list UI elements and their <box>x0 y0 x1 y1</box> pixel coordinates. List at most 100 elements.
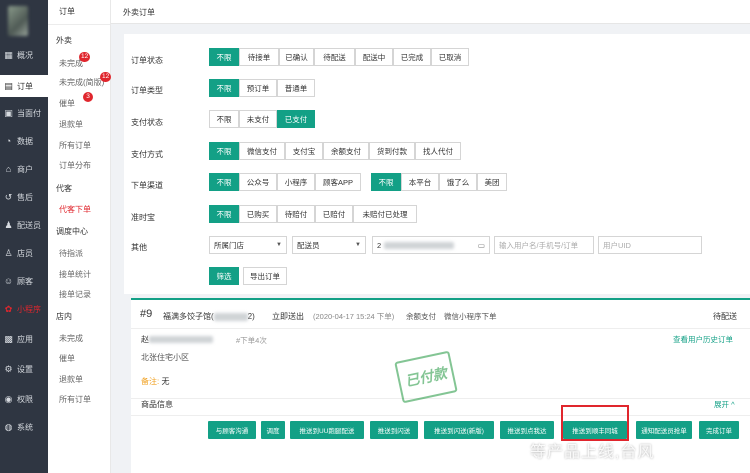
filter-ontime-bought[interactable]: 已购买 <box>239 205 277 223</box>
sub-item-instore-all[interactable]: 所有订单 <box>59 394 91 405</box>
filter-order-type-preorder[interactable]: 预订单 <box>239 79 277 97</box>
badge-unfinished-simple: 12 <box>100 72 112 82</box>
nav-item-customer[interactable]: ☺ 顾客 <box>0 270 48 292</box>
nav-item-settings[interactable]: ⚙ 设置 <box>0 358 48 380</box>
sub-item-instore-unfinished[interactable]: 未完成 <box>59 333 83 344</box>
push-uu-button[interactable]: 推送到UU跑腿配送 <box>290 421 364 439</box>
filter-channel-mini-program[interactable]: 小程序 <box>277 173 315 191</box>
push-shansong-button[interactable]: 推送到闪送 <box>370 421 418 439</box>
filter-pay-method-balance[interactable]: 余额支付 <box>323 142 369 160</box>
order-number: #9 <box>140 308 153 320</box>
filter-platform-eleme[interactable]: 饿了么 <box>439 173 477 191</box>
customer-address: 北张住宅小区 <box>141 353 189 362</box>
filter-platform-meituan[interactable]: 美团 <box>477 173 507 191</box>
complete-order-button[interactable]: 完成订单 <box>699 421 739 439</box>
nav-item-data[interactable]: ◔ 数据 <box>0 130 48 152</box>
nav-item-courier[interactable]: ♟ 配送员 <box>0 214 48 236</box>
sub-item-refund[interactable]: 退款单 <box>59 119 83 130</box>
filter-pay-method-wechat[interactable]: 微信支付 <box>239 142 285 160</box>
nav-item-merchant[interactable]: ⌂ 商户 <box>0 158 48 180</box>
nav-item-apps[interactable]: ▩ 应用 <box>0 328 48 350</box>
filter-order-type-normal[interactable]: 普通单 <box>277 79 315 97</box>
filter-order-status-confirmed[interactable]: 已确认 <box>279 48 314 66</box>
filter-pay-status-all[interactable]: 不限 <box>209 110 239 128</box>
notify-couriers-button[interactable]: 通知配送员抢单 <box>636 421 692 439</box>
filter-pay-status-paid[interactable]: 已支付 <box>277 110 315 128</box>
filter-channel-app[interactable]: 顾客APP <box>315 173 361 191</box>
apps-icon: ▩ <box>4 333 13 344</box>
sub-item-proxy-order[interactable]: 代客下单 <box>59 204 91 215</box>
filter-platform-self[interactable]: 本平台 <box>401 173 439 191</box>
filter-pay-method-all[interactable]: 不限 <box>209 142 239 160</box>
nav-item-after-sale[interactable]: ↺ 售后 <box>0 186 48 208</box>
dispatch-button[interactable]: 调度 <box>261 421 285 439</box>
divider <box>131 398 750 399</box>
filter-button[interactable]: 筛选 <box>209 267 239 285</box>
filter-order-status-pending[interactable]: 待接单 <box>239 48 279 66</box>
order-deliver-now: 立即送出 <box>272 312 304 321</box>
logo <box>8 6 28 36</box>
filter-ontime-to-pay[interactable]: 待赔付 <box>277 205 315 223</box>
sub-item-all-orders[interactable]: 所有订单 <box>59 140 91 151</box>
filter-order-status-cancelled[interactable]: 已取消 <box>431 48 469 66</box>
store-select[interactable]: 所属门店 ▼ <box>209 236 287 254</box>
customer-name: 赵 <box>141 334 213 345</box>
filter-pay-method-alipay[interactable]: 支付宝 <box>285 142 323 160</box>
filter-order-status-done[interactable]: 已完成 <box>393 48 431 66</box>
filter-ontime-all[interactable]: 不限 <box>209 205 239 223</box>
filter-order-status-all[interactable]: 不限 <box>209 48 239 66</box>
filter-order-status-delivering[interactable]: 配送中 <box>355 48 393 66</box>
filter-ontime-paid[interactable]: 已赔付 <box>315 205 353 223</box>
sub-item-unfinished-simple[interactable]: 未完成(简版) <box>59 77 104 88</box>
user-search-input[interactable]: 输入用户名/手机号/订单 <box>494 236 594 254</box>
push-dianwoda-button[interactable]: 推送到点我达 <box>500 421 554 439</box>
uid-input[interactable]: 用户UID <box>598 236 702 254</box>
system-icon: ◍ <box>4 421 13 432</box>
courier-select[interactable]: 配送员 ▼ <box>292 236 366 254</box>
filter-pay-method-cod[interactable]: 货到付款 <box>369 142 415 160</box>
nav-item-overview[interactable]: ▦ 概况 <box>0 44 48 66</box>
push-shansong-new-button[interactable]: 推送到闪送(新版) <box>424 421 494 439</box>
contact-customer-button[interactable]: 与顾客沟通 <box>208 421 256 439</box>
blurred-customer <box>149 336 213 344</box>
goods-info-label: 商品信息 <box>141 400 173 409</box>
label-order-status: 订单状态 <box>131 56 163 65</box>
filter-channel-official-account[interactable]: 公众号 <box>239 173 277 191</box>
sub-item-instore-urge[interactable]: 催单 <box>59 353 75 364</box>
sub-item-pending-assign[interactable]: 待指派 <box>59 248 83 259</box>
export-orders-button[interactable]: 导出订单 <box>243 267 287 285</box>
sub-item-instore-refund[interactable]: 退款单 <box>59 374 83 385</box>
sub-item-urge[interactable]: 催单 <box>59 98 75 109</box>
after-sale-icon: ↺ <box>4 191 13 202</box>
merchant-icon: ⌂ <box>5 164 12 174</box>
nav-item-clerk[interactable]: ♙ 店员 <box>0 242 48 264</box>
sub-item-accept-stats[interactable]: 接单统计 <box>59 269 91 280</box>
sub-item-order-distribution[interactable]: 订单分布 <box>59 160 91 171</box>
nav-item-orders[interactable]: ▤ 订单 <box>0 75 48 97</box>
filter-channel-all[interactable]: 不限 <box>209 173 239 191</box>
dashboard-icon: ▦ <box>4 49 13 60</box>
label-other: 其他 <box>131 243 147 252</box>
page-header: 外卖订单 <box>111 0 750 24</box>
filter-order-type-all[interactable]: 不限 <box>209 79 239 97</box>
filter-order-status-to-deliver[interactable]: 待配送 <box>314 48 355 66</box>
history-orders-link[interactable]: 查看用户历史订单 <box>673 334 733 345</box>
order-status: 待配送 <box>713 312 737 321</box>
blurred-date <box>384 241 455 249</box>
label-order-type: 订单类型 <box>131 86 163 95</box>
filter-pay-status-unpaid[interactable]: 未支付 <box>239 110 277 128</box>
badge-unfinished: 12 <box>79 52 91 62</box>
sub-sidebar: 订单 外卖 未完成 未完成(简版) 催单 退款单 所有订单 订单分布 代客 代客… <box>48 0 111 473</box>
filter-pay-method-proxy[interactable]: 找人代付 <box>415 142 461 160</box>
filter-ontime-handled[interactable]: 未赔付已处理 <box>353 205 417 223</box>
nav-item-permission[interactable]: ◉ 权限 <box>0 388 48 410</box>
nav-item-mini-program[interactable]: ✿ 小程序 <box>0 298 48 320</box>
nav-item-face-pay[interactable]: ▣ 当面付 <box>0 102 48 124</box>
clerk-icon: ♙ <box>4 247 13 258</box>
nav-item-system[interactable]: ◍ 系统 <box>0 416 48 438</box>
filter-platform-all[interactable]: 不限 <box>371 173 401 191</box>
date-range-input[interactable]: 2 ▭ <box>372 236 490 254</box>
sub-item-accept-records[interactable]: 接单记录 <box>59 289 91 300</box>
expand-toggle[interactable]: 展开 ^ <box>714 399 735 410</box>
highlight-box <box>561 405 629 441</box>
